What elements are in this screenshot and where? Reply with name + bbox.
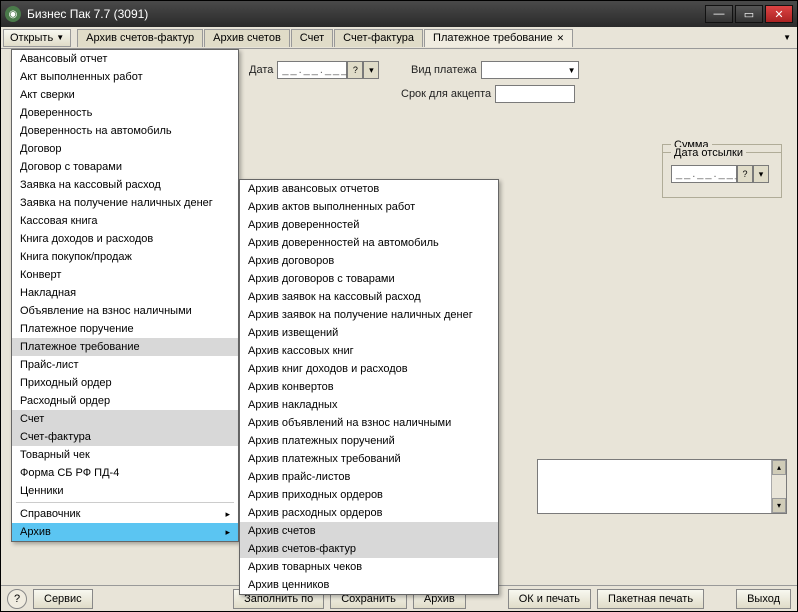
tab-overflow-button[interactable]: ▼ xyxy=(779,33,795,42)
submenu-item[interactable]: Архив авансовых отчетов xyxy=(240,180,498,198)
submenu-item[interactable]: Архив счетов xyxy=(240,522,498,540)
date-picker-button[interactable]: ▾ xyxy=(363,61,379,79)
menu-item[interactable]: Доверенность xyxy=(12,104,238,122)
help-button[interactable]: ? xyxy=(7,589,27,609)
menu-item[interactable]: Заявка на получение наличных денег xyxy=(12,194,238,212)
menu-item[interactable]: Объявление на взнос наличными xyxy=(12,302,238,320)
batch-print-button[interactable]: Пакетная печать xyxy=(597,589,704,609)
send-date-input[interactable]: __.__.____ ? ▾ xyxy=(671,165,773,183)
menu-item[interactable]: Товарный чек xyxy=(12,446,238,464)
titlebar: ◉ Бизнес Пак 7.7 (3091) — ▭ ✕ xyxy=(1,1,797,27)
menu-item[interactable]: Приходный ордер xyxy=(12,374,238,392)
submenu-item[interactable]: Архив платежных требований xyxy=(240,450,498,468)
window-title: Бизнес Пак 7.7 (3091) xyxy=(27,7,705,21)
menu-item[interactable]: Акт сверки xyxy=(12,86,238,104)
menu-item-reference[interactable]: Справочник▸ xyxy=(12,505,238,523)
menu-item[interactable]: Книга доходов и расходов xyxy=(12,230,238,248)
submenu-item[interactable]: Архив прайс-листов xyxy=(240,468,498,486)
menu-item[interactable]: Платежное поручение xyxy=(12,320,238,338)
accept-term-input[interactable] xyxy=(495,85,575,103)
open-button-label: Открыть xyxy=(10,32,53,44)
submenu-item[interactable]: Архив ценников xyxy=(240,576,498,594)
menu-separator xyxy=(16,502,234,503)
minimize-button[interactable]: — xyxy=(705,5,733,23)
date-label: Дата xyxy=(249,64,273,76)
tab-3[interactable]: Счет-фактура xyxy=(334,29,423,47)
submenu-item[interactable]: Архив доверенностей на автомобиль xyxy=(240,234,498,252)
menu-item[interactable]: Кассовая книга xyxy=(12,212,238,230)
menu-item[interactable]: Авансовый отчет xyxy=(12,50,238,68)
menu-item[interactable]: Доверенность на автомобиль xyxy=(12,122,238,140)
tab-close-icon[interactable]: ✕ xyxy=(557,33,565,44)
ok-print-button[interactable]: ОК и печать xyxy=(508,589,591,609)
submenu-item[interactable]: Архив расходных ордеров xyxy=(240,504,498,522)
menu-item[interactable]: Расходный ордер xyxy=(12,392,238,410)
submenu-item[interactable]: Архив платежных поручений xyxy=(240,432,498,450)
menu-item[interactable]: Договор с товарами xyxy=(12,158,238,176)
main-menu: Авансовый отчетАкт выполненных работАкт … xyxy=(11,49,239,542)
tab-4[interactable]: Платежное требование✕ xyxy=(424,29,573,47)
tab-0[interactable]: Архив счетов-фактур xyxy=(77,29,203,47)
toolbar: Открыть ▼ Архив счетов-фактурАрхив счето… xyxy=(1,27,797,49)
menu-item-archive[interactable]: Архив▸ xyxy=(12,523,238,541)
accept-term-label: Срок для акцепта xyxy=(401,88,491,100)
app-icon: ◉ xyxy=(5,6,21,22)
payment-type-select[interactable]: ▼ xyxy=(481,61,579,79)
open-button[interactable]: Открыть ▼ xyxy=(3,29,71,47)
submenu-item[interactable]: Архив кассовых книг xyxy=(240,342,498,360)
submenu-item[interactable]: Архив извещений xyxy=(240,324,498,342)
send-date-help-button[interactable]: ? xyxy=(737,165,753,183)
exit-button[interactable]: Выход xyxy=(736,589,791,609)
menu-item[interactable]: Книга покупок/продаж xyxy=(12,248,238,266)
submenu-item[interactable]: Архив договоров xyxy=(240,252,498,270)
date-input[interactable]: __.__.____ ? ▾ xyxy=(277,61,379,79)
menu-item[interactable]: Накладная xyxy=(12,284,238,302)
service-button[interactable]: Сервис xyxy=(33,589,93,609)
submenu-item[interactable]: Архив договоров с товарами xyxy=(240,270,498,288)
submenu-item[interactable]: Архив конвертов xyxy=(240,378,498,396)
submenu-item[interactable]: Архив накладных xyxy=(240,396,498,414)
submenu-arrow-icon: ▸ xyxy=(225,527,230,538)
menu-item[interactable]: Прайс-лист xyxy=(12,356,238,374)
submenu-item[interactable]: Архив заявок на кассовый расход xyxy=(240,288,498,306)
scroll-down-button[interactable]: ▾ xyxy=(772,498,786,513)
notes-textarea[interactable]: ▴ ▾ xyxy=(537,459,787,514)
date-help-button[interactable]: ? xyxy=(347,61,363,79)
menu-item[interactable]: Счет xyxy=(12,410,238,428)
date-mask[interactable]: __.__.____ xyxy=(277,61,347,79)
maximize-button[interactable]: ▭ xyxy=(735,5,763,23)
submenu-item[interactable]: Архив актов выполненных работ xyxy=(240,198,498,216)
payment-type-label: Вид платежа xyxy=(411,64,477,76)
tab-2[interactable]: Счет xyxy=(291,29,333,47)
menu-item[interactable]: Заявка на кассовый расход xyxy=(12,176,238,194)
submenu-item[interactable]: Архив доверенностей xyxy=(240,216,498,234)
tab-bar: Архив счетов-фактурАрхив счетовСчетСчет-… xyxy=(77,29,779,47)
submenu-item[interactable]: Архив приходных ордеров xyxy=(240,486,498,504)
chevron-down-icon: ▼ xyxy=(568,66,576,75)
menu-item[interactable]: Акт выполненных работ xyxy=(12,68,238,86)
close-button[interactable]: ✕ xyxy=(765,5,793,23)
submenu-item[interactable]: Архив товарных чеков xyxy=(240,558,498,576)
submenu-arrow-icon: ▸ xyxy=(225,509,230,520)
scrollbar[interactable]: ▴ ▾ xyxy=(771,460,786,513)
chevron-down-icon: ▼ xyxy=(56,33,64,42)
scroll-up-button[interactable]: ▴ xyxy=(772,460,786,475)
submenu-item[interactable]: Архив книг доходов и расходов xyxy=(240,360,498,378)
menu-item[interactable]: Конверт xyxy=(12,266,238,284)
send-date-picker-button[interactable]: ▾ xyxy=(753,165,769,183)
menu-item[interactable]: Форма СБ РФ ПД-4 xyxy=(12,464,238,482)
content-area: Дата __.__.____ ? ▾ Вид платежа ▼ Срок д… xyxy=(1,49,797,585)
tab-1[interactable]: Архив счетов xyxy=(204,29,290,47)
send-date-label: Дата отсылки xyxy=(671,147,746,159)
menu-item[interactable]: Договор xyxy=(12,140,238,158)
send-date-mask[interactable]: __.__.____ xyxy=(671,165,737,183)
submenu-item[interactable]: Архив объявлений на взнос наличными xyxy=(240,414,498,432)
menu-item[interactable]: Ценники xyxy=(12,482,238,500)
menu-item[interactable]: Счет-фактура xyxy=(12,428,238,446)
menu-item[interactable]: Платежное требование xyxy=(12,338,238,356)
submenu-item[interactable]: Архив заявок на получение наличных денег xyxy=(240,306,498,324)
archive-submenu: Архив авансовых отчетовАрхив актов выпол… xyxy=(239,179,499,595)
submenu-item[interactable]: Архив счетов-фактур xyxy=(240,540,498,558)
app-window: ◉ Бизнес Пак 7.7 (3091) — ▭ ✕ Открыть ▼ … xyxy=(0,0,798,612)
